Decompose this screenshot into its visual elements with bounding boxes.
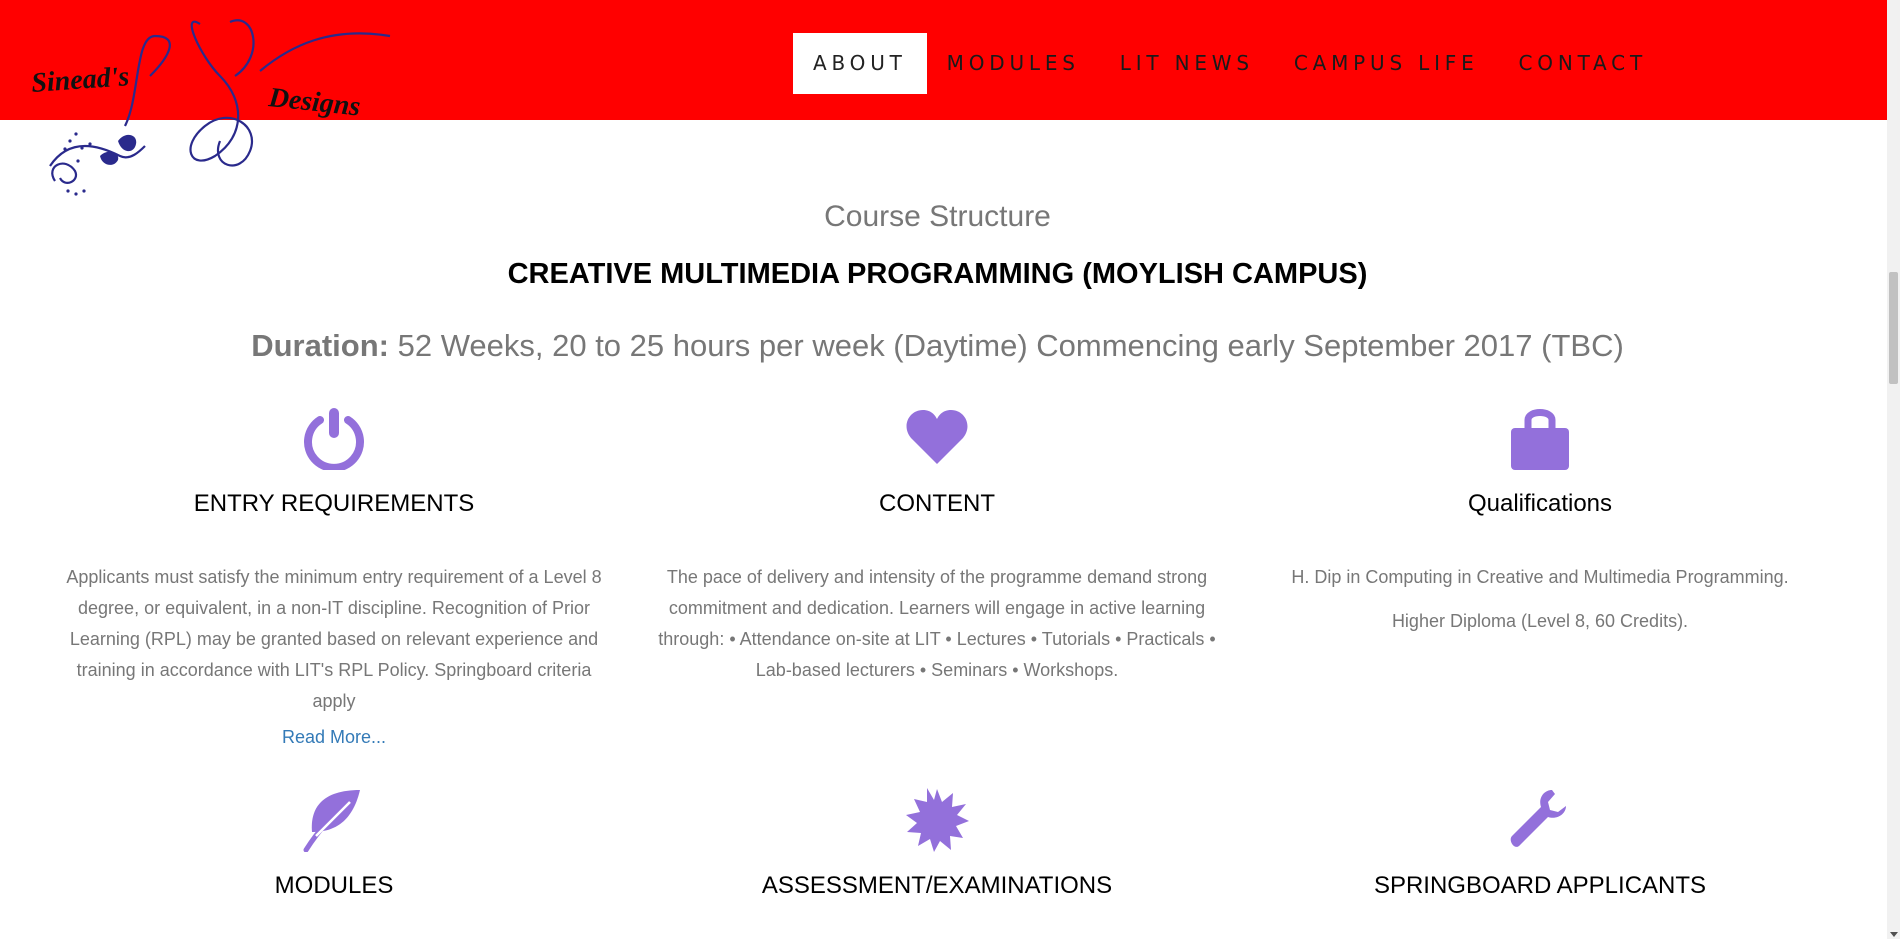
feature-title: ASSESSMENT/EXAMINATIONS (761, 872, 1113, 899)
heart-icon (906, 410, 968, 464)
logo-graphic: Sinead's Designs (30, 19, 391, 196)
feature-content: CONTENT The pace of delivery and intensi… (657, 406, 1217, 686)
scroll-down-arrow-icon[interactable] (1890, 932, 1898, 937)
nav-modules[interactable]: MODULES (927, 33, 1100, 94)
duration-value: 52 Weeks, 20 to 25 hours per week (Dayti… (388, 328, 1624, 363)
page-scrollbar[interactable] (1887, 0, 1900, 939)
feature-qualifications: Qualifications H. Dip in Computing in Cr… (1260, 406, 1820, 650)
power-icon (304, 408, 364, 470)
feature-assessment: ASSESSMENT/EXAMINATIONS (657, 788, 1217, 902)
feature-text: H. Dip in Computing in Creative and Mult… (1260, 562, 1820, 637)
course-title: CREATIVE MULTIMEDIA PROGRAMMING (MOYLISH… (507, 258, 1368, 290)
logo-text-left: Sinead's (30, 61, 130, 99)
feature-text-line: H. Dip in Computing in Creative and Mult… (1291, 567, 1789, 587)
feature-title: ENTRY REQUIREMENTS (193, 490, 475, 517)
main-nav: ABOUT MODULES LIT NEWS CAMPUS LIFE CONTA… (793, 33, 1667, 94)
nav-lit-news[interactable]: LIT NEWS (1100, 33, 1274, 94)
nav-campus-life[interactable]: CAMPUS LIFE (1274, 33, 1499, 94)
duration-label: Duration: (251, 328, 389, 363)
read-more-link[interactable]: Read More... (282, 727, 386, 748)
scrollbar-thumb[interactable] (1889, 272, 1898, 384)
feature-text-line: Higher Diploma (Level 8, 60 Credits). (1391, 611, 1689, 631)
site-logo[interactable]: Sinead's Designs (30, 16, 410, 206)
feature-text: The pace of delivery and intensity of th… (658, 567, 1216, 680)
feature-text: Applicants must satisfy the minimum entr… (66, 567, 602, 711)
duration-line: Duration: 52 Weeks, 20 to 25 hours per w… (0, 328, 1875, 364)
feature-title: SPRINGBOARD APPLICANTS (1373, 872, 1707, 899)
lock-icon (1511, 409, 1569, 470)
nav-about[interactable]: ABOUT (793, 33, 927, 94)
logo-text-right: Designs (266, 82, 362, 123)
feature-title: Qualifications (1467, 490, 1613, 517)
feature-modules: MODULES (54, 788, 614, 902)
leaf-icon (303, 790, 360, 852)
starburst-icon (906, 788, 969, 852)
nav-contact[interactable]: CONTACT (1499, 33, 1667, 94)
feature-title: MODULES (274, 872, 394, 899)
feature-entry-requirements: ENTRY REQUIREMENTS Applicants must satis… (54, 406, 614, 748)
wrench-icon (1510, 790, 1566, 847)
feature-title: CONTENT (879, 490, 995, 517)
feature-springboard: SPRINGBOARD APPLICANTS (1260, 788, 1820, 902)
